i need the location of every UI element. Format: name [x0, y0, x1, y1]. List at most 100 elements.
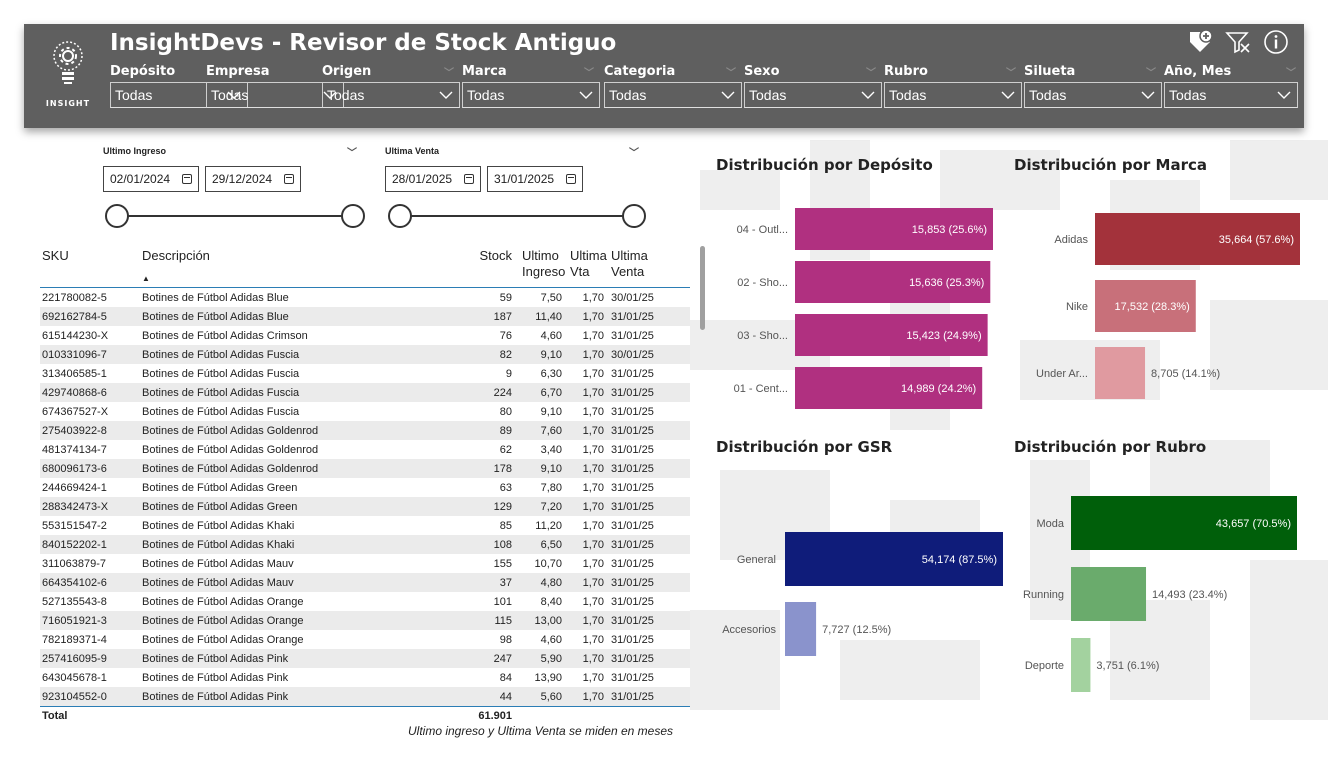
cell-ultima-vta: 1,70: [582, 462, 604, 475]
calendar-icon[interactable]: [464, 174, 474, 184]
chevron-down-icon: [721, 91, 735, 99]
add-tag-icon[interactable]: [1186, 28, 1214, 56]
cell-sku: 553151547-2: [42, 519, 107, 532]
table-row[interactable]: 429740868-6 Botines de Fútbol Adidas Fusc…: [40, 383, 690, 402]
slicer-dropdown[interactable]: Todas: [604, 82, 742, 108]
cell-descripcion: Botines de Fútbol Adidas Mauv: [142, 557, 294, 570]
date-to-input[interactable]: 31/01/2025: [487, 166, 583, 192]
table-row[interactable]: 692162784-5 Botines de Fútbol Adidas Blue…: [40, 307, 690, 326]
table-row[interactable]: 674367527-X Botines de Fútbol Adidas Fusc…: [40, 402, 690, 421]
slicer-silueta[interactable]: Silueta ﹀ Todas: [1024, 60, 1162, 108]
slicer-rubro[interactable]: Rubro ﹀ Todas: [884, 60, 1022, 108]
slicer-dropdown[interactable]: Todas: [322, 82, 460, 108]
slider-track[interactable]: [117, 215, 353, 217]
cell-ultima-venta: 31/01/25: [611, 367, 654, 380]
info-icon[interactable]: [1262, 28, 1290, 56]
cell-sku: 716051921-3: [42, 614, 107, 627]
table-row[interactable]: 840152202-1 Botines de Fútbol Adidas Khak…: [40, 535, 690, 554]
cell-sku: 692162784-5: [42, 310, 107, 323]
col-header-sku[interactable]: SKU: [40, 244, 142, 287]
cell-ultimo-ingreso: 9,10: [540, 405, 562, 418]
date-to-input[interactable]: 29/12/2024: [205, 166, 301, 192]
chart-category-label: 01 - Cent...: [734, 383, 788, 395]
cell-stock: 37: [499, 576, 512, 589]
table-row[interactable]: 923104552-0 Botines de Fútbol Adidas Pink…: [40, 687, 690, 706]
table-row[interactable]: 257416095-9 Botines de Fútbol Adidas Pink…: [40, 649, 690, 668]
date-range-slider-venta[interactable]: [388, 204, 646, 228]
slider-handle-start[interactable]: [388, 204, 412, 228]
calendar-icon[interactable]: [182, 174, 192, 184]
table-row[interactable]: 782189371-4 Botines de Fútbol Adidas Oran…: [40, 630, 690, 649]
cell-ultima-vta: 1,70: [582, 538, 604, 551]
slicer-dropdown[interactable]: Todas: [1024, 82, 1162, 108]
cell-ultima-vta: 1,70: [582, 557, 604, 570]
col-header-ultimo-ingreso[interactable]: Ultimo Ingreso: [514, 244, 565, 287]
table-row[interactable]: 288342473-X Botines de Fútbol Adidas Gree…: [40, 497, 690, 516]
table-row[interactable]: 275403922-8 Botines de Fútbol Adidas Gold…: [40, 421, 690, 440]
col-header-ultima-vta[interactable]: Ultima Vta: [562, 244, 607, 287]
table-row[interactable]: 244669424-1 Botines de Fútbol Adidas Gree…: [40, 478, 690, 497]
table-row[interactable]: 010331096-7 Botines de Fútbol Adidas Fusc…: [40, 345, 690, 364]
table-row[interactable]: 553151547-2 Botines de Fútbol Adidas Khak…: [40, 516, 690, 535]
cell-ultimo-ingreso: 13,90: [534, 671, 562, 684]
cell-ultima-vta: 1,70: [582, 614, 604, 627]
slicer-categoria[interactable]: Categoria ﹀ Todas: [604, 60, 742, 108]
slider-handle-start[interactable]: [105, 204, 129, 228]
cell-stock: 89: [499, 424, 512, 437]
table-row[interactable]: 680096173-6 Botines de Fútbol Adidas Gold…: [40, 459, 690, 478]
cell-ultimo-ingreso: 6,70: [540, 386, 562, 399]
cell-stock: 98: [499, 633, 512, 646]
cell-ultima-venta: 30/01/25: [611, 348, 654, 361]
calendar-icon[interactable]: [566, 174, 576, 184]
cell-sku: 840152202-1: [42, 538, 107, 551]
chart-title-gsr: Distribución por GSR: [716, 438, 893, 456]
cell-sku: 311063879-7: [42, 557, 107, 570]
cell-sku: 615144230-X: [42, 329, 109, 342]
table-row[interactable]: 311063879-7 Botines de Fútbol Adidas Mauv…: [40, 554, 690, 573]
chevron-down-icon[interactable]: ﹀: [629, 144, 639, 159]
col-header-ultima-venta[interactable]: Ultima Venta: [604, 244, 664, 287]
clear-filter-icon[interactable]: [1224, 28, 1252, 56]
cell-stock: 85: [499, 519, 512, 532]
date-from-input[interactable]: 02/01/2024: [103, 166, 199, 192]
table-row[interactable]: 481374134-7 Botines de Fútbol Adidas Gold…: [40, 440, 690, 459]
slicer-dropdown[interactable]: Todas: [1164, 82, 1298, 108]
sort-ascending-icon[interactable]: ▲: [142, 274, 150, 283]
slicer-dropdown[interactable]: Todas: [884, 82, 1022, 108]
date-from-input[interactable]: 28/01/2025: [385, 166, 481, 192]
slider-track[interactable]: [400, 215, 634, 217]
cell-sku: 288342473-X: [42, 500, 109, 513]
chevron-down-icon[interactable]: ﹀: [347, 144, 357, 159]
table-row[interactable]: 615144230-X Botines de Fútbol Adidas Crim…: [40, 326, 690, 345]
chart-category-label: 04 - Outl...: [737, 224, 788, 236]
slicer-anio-mes[interactable]: Año, Mes ﹀ Todas: [1164, 60, 1302, 108]
table-row[interactable]: 221780082-5 Botines de Fútbol Adidas Blue…: [40, 288, 690, 307]
table-row[interactable]: 527135543-8 Botines de Fútbol Adidas Oran…: [40, 592, 690, 611]
date-range-slider-ingreso[interactable]: [105, 204, 365, 228]
cell-sku: 527135543-8: [42, 595, 107, 608]
header-bar: INSIGHT InsightDevs - Revisor de Stock A…: [24, 24, 1304, 128]
col-header-descripcion[interactable]: Descripción: [142, 244, 452, 287]
cell-sku: 221780082-5: [42, 291, 107, 304]
table-row[interactable]: 313406585-1 Botines de Fútbol Adidas Fusc…: [40, 364, 690, 383]
slider-handle-end[interactable]: [622, 204, 646, 228]
slicer-dropdown[interactable]: Todas: [462, 82, 600, 108]
lightbulb-gear-icon: [53, 41, 83, 84]
cell-stock: 115: [494, 614, 512, 627]
table-row[interactable]: 643045678-1 Botines de Fútbol Adidas Pink…: [40, 668, 690, 687]
slicer-dropdown[interactable]: Todas: [744, 82, 882, 108]
slider-handle-end[interactable]: [341, 204, 365, 228]
slicer-sexo[interactable]: Sexo ﹀ Todas: [744, 60, 882, 108]
slicer-origen[interactable]: Origen ﹀ Todas: [322, 60, 460, 108]
table-row[interactable]: 716051921-3 Botines de Fútbol Adidas Oran…: [40, 611, 690, 630]
slicer-label: Sexo: [744, 63, 780, 79]
cell-ultima-vta: 1,70: [582, 519, 604, 532]
col-header-stock[interactable]: Stock: [452, 244, 514, 287]
cell-descripcion: Botines de Fútbol Adidas Fuscia: [142, 405, 300, 418]
cell-ultima-vta: 1,70: [582, 310, 604, 323]
calendar-icon[interactable]: [284, 174, 294, 184]
slicer-marca[interactable]: Marca ﹀ Todas: [462, 60, 600, 108]
cell-ultimo-ingreso: 6,50: [540, 538, 562, 551]
cell-descripcion: Botines de Fútbol Adidas Pink: [142, 652, 289, 665]
table-row[interactable]: 664354102-6 Botines de Fútbol Adidas Mauv…: [40, 573, 690, 592]
